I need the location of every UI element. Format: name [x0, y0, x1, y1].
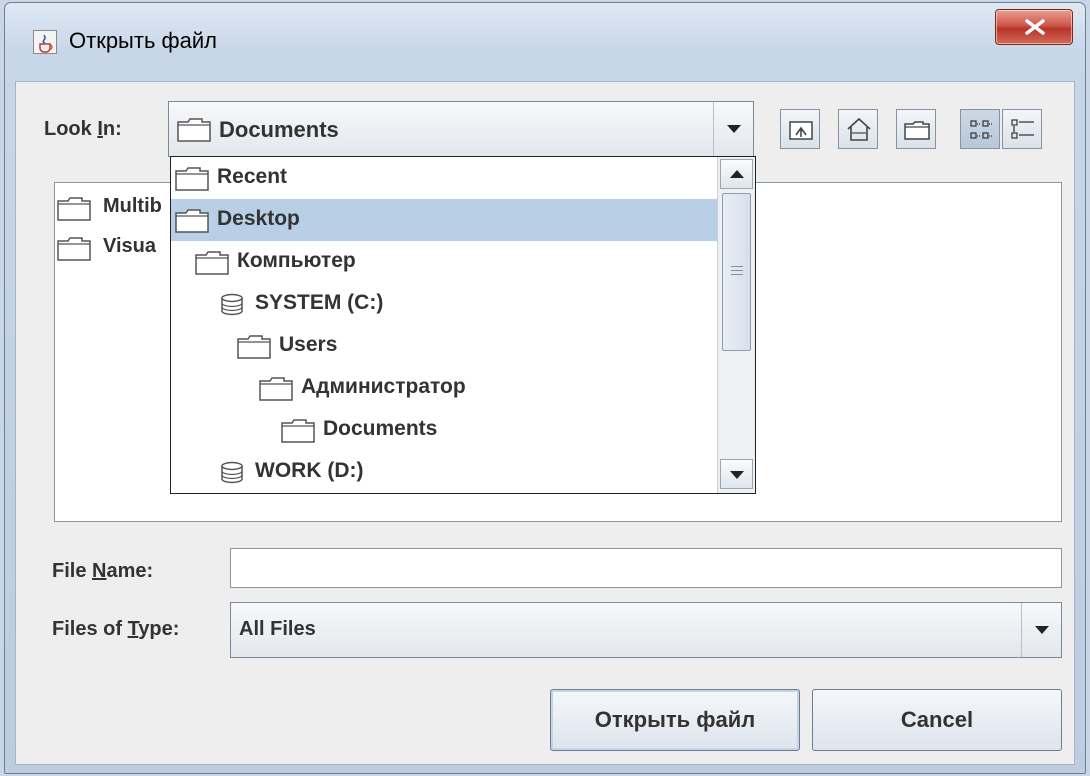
close-button[interactable] [995, 9, 1073, 45]
folder-icon [175, 209, 209, 233]
dropdown-item-desktop[interactable]: Desktop [171, 199, 717, 241]
home-icon [847, 117, 871, 141]
folder-icon [237, 335, 271, 359]
chevron-down-icon [730, 471, 744, 479]
open-file-dialog: Открыть файл Look In: Documents Multib V… [4, 2, 1086, 774]
folder-icon [281, 419, 315, 443]
cancel-button[interactable]: Cancel [812, 689, 1062, 751]
details-view-icon [1011, 119, 1034, 139]
folder-icon [57, 237, 91, 261]
title-bar[interactable]: Открыть файл [5, 3, 1085, 81]
dropdown-scrollbar[interactable] [717, 157, 755, 493]
list-view-button[interactable] [960, 109, 1000, 149]
file-type-dropdown-button[interactable] [1021, 603, 1061, 657]
home-button[interactable] [838, 109, 878, 149]
list-view-icon [970, 120, 992, 139]
drive-icon [221, 293, 243, 316]
folder-icon [195, 251, 229, 275]
scroll-down-button[interactable] [720, 459, 753, 489]
details-view-button[interactable] [1002, 109, 1042, 149]
scroll-up-button[interactable] [720, 159, 753, 189]
new-folder-icon [904, 121, 930, 140]
look-in-label: Look In: [44, 118, 122, 140]
dropdown-item-administrator[interactable]: Администратор [171, 367, 717, 409]
file-name: Visua [103, 235, 156, 257]
up-folder-icon [789, 121, 813, 140]
folder-icon [177, 118, 211, 142]
dropdown-item-recent[interactable]: Recent [171, 157, 717, 199]
dropdown-item-work-d[interactable]: WORK (D:) [171, 451, 717, 493]
folder-icon [175, 167, 209, 191]
scrollbar-thumb[interactable] [722, 193, 751, 351]
look-in-combo[interactable]: Documents [168, 101, 754, 157]
file-name: Multib [103, 195, 162, 217]
chevron-down-icon [727, 125, 741, 133]
chevron-down-icon [1035, 626, 1049, 634]
up-one-level-button[interactable] [780, 109, 820, 149]
dialog-content: Look In: Documents Multib Visua Recent D… [15, 81, 1075, 765]
look-in-dropdown-list[interactable]: Recent Desktop Компьютер SYSTEM (C:) Use… [170, 156, 756, 494]
dropdown-item-users[interactable]: Users [171, 325, 717, 367]
drive-icon [221, 461, 243, 484]
window-title: Открыть файл [69, 28, 217, 53]
dropdown-item-system-c[interactable]: SYSTEM (C:) [171, 283, 717, 325]
file-type-label: Files of Type: [52, 618, 180, 640]
new-folder-button[interactable] [896, 109, 936, 149]
open-file-button[interactable]: Открыть файл [550, 689, 800, 751]
dropdown-item-computer[interactable]: Компьютер [171, 241, 717, 283]
look-in-dropdown-button[interactable] [713, 102, 753, 156]
folder-icon [259, 377, 293, 401]
close-icon [1025, 19, 1045, 35]
java-cup-icon [33, 30, 57, 54]
file-type-value: All Files [239, 618, 316, 640]
folder-icon [57, 197, 91, 221]
file-name-input[interactable] [230, 548, 1062, 588]
file-type-combo[interactable]: All Files [230, 602, 1062, 658]
file-name-label: File Name: [52, 560, 154, 582]
chevron-up-icon [730, 170, 744, 178]
look-in-value: Documents [219, 117, 339, 142]
dropdown-item-documents[interactable]: Documents [171, 409, 717, 451]
